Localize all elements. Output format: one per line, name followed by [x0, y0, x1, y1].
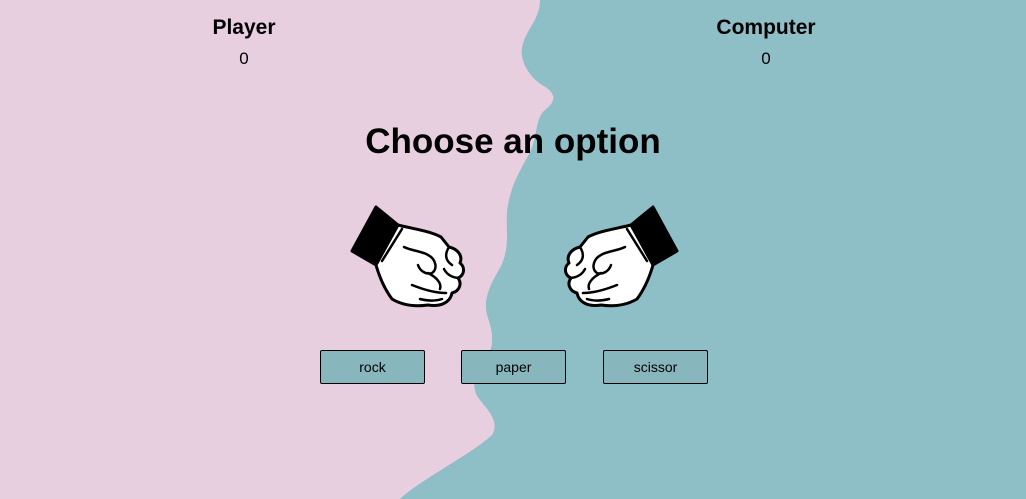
choose-heading: Choose an option — [365, 122, 661, 161]
rock-button[interactable]: rock — [320, 350, 425, 384]
player-label: Player — [212, 16, 276, 39]
player-score-panel: Player 0 — [144, 16, 344, 69]
paper-button[interactable]: paper — [461, 350, 566, 384]
scissor-button[interactable]: scissor — [603, 350, 708, 384]
computer-score: 0 — [761, 49, 771, 68]
player-fist-icon — [350, 205, 465, 308]
computer-fist-icon — [564, 205, 679, 308]
computer-score-panel: Computer 0 — [666, 16, 866, 69]
background — [0, 0, 1026, 499]
player-score: 0 — [239, 49, 249, 68]
computer-label: Computer — [716, 16, 816, 39]
